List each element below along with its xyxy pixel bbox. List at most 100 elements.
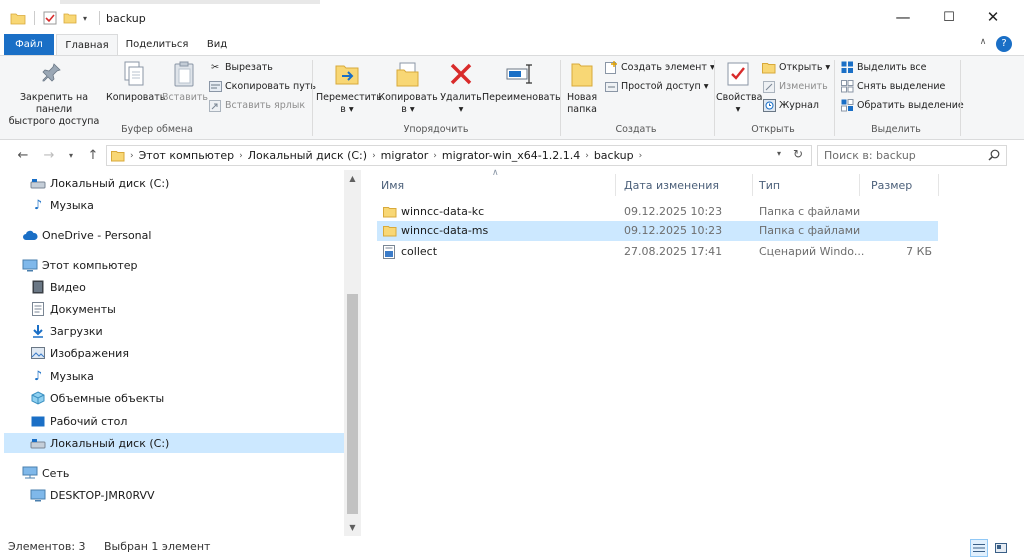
file-type: Папка с файлами [759, 224, 861, 237]
breadcrumb-backup[interactable]: backup [590, 149, 638, 162]
maximize-button[interactable]: ☐ [926, 0, 972, 34]
collapse-ribbon-icon[interactable]: ∧ [976, 37, 990, 51]
recent-locations-chevron-icon[interactable]: ▾ [62, 146, 80, 164]
breadcrumb-local-disk[interactable]: Локальный диск (C:) [244, 149, 371, 162]
minimize-button[interactable]: — [880, 0, 926, 34]
column-separator[interactable] [615, 174, 616, 196]
copy-to-button[interactable]: Копировать в ▾ [378, 58, 438, 116]
large-icons-view-icon[interactable] [992, 539, 1010, 557]
cut-button[interactable]: ✂ Вырезать [208, 59, 273, 76]
delete-label: Удалить [440, 92, 482, 103]
nav-item-local-disk-selected[interactable]: Локальный диск (C:) [4, 433, 344, 453]
file-name: winncc-data-kc [401, 205, 485, 218]
new-folder-button[interactable]: Новая папка [562, 58, 602, 116]
column-separator[interactable] [938, 174, 939, 196]
column-separator[interactable] [859, 174, 860, 196]
nav-item-network[interactable]: Сеть [22, 463, 69, 483]
nav-item-music-2[interactable]: ♪ Музыка [30, 366, 94, 386]
select-none-button[interactable]: Снять выделение [840, 78, 945, 95]
copy-button[interactable]: Копировать [106, 58, 165, 104]
item-count: Элементов: 3 [8, 540, 86, 553]
nav-item-label: DESKTOP-JMR0RVV [50, 488, 155, 502]
close-button[interactable]: ✕ [970, 0, 1016, 34]
column-header-size[interactable]: Размер [871, 176, 912, 194]
nav-item-onedrive[interactable]: OneDrive - Personal [22, 225, 151, 245]
drive-icon [30, 435, 46, 451]
new-folder-label-1: Новая [566, 92, 598, 103]
column-separator[interactable] [752, 174, 753, 196]
search-box[interactable]: Поиск в: backup [817, 145, 1007, 166]
customize-qa-icon[interactable]: ▾ [83, 14, 93, 23]
shortcut-icon [208, 99, 222, 113]
edit-button[interactable]: Изменить [762, 78, 828, 95]
breadcrumb-separator[interactable]: › [638, 151, 644, 161]
edit-icon [762, 80, 776, 94]
open-button[interactable]: Открыть ▾ [762, 59, 830, 76]
paste-shortcut-button[interactable]: Вставить ярлык [208, 97, 305, 114]
back-arrow-icon[interactable]: ← [14, 146, 32, 164]
scroll-thumb[interactable] [347, 294, 358, 514]
copy-path-icon [208, 80, 222, 94]
select-all-label: Выделить все [857, 62, 927, 73]
file-row[interactable]: winncc-data-kc 09.12.2025 10:23 Папка с … [377, 202, 938, 222]
nav-item-music[interactable]: ♪ Музыка [30, 195, 94, 215]
cube-icon [30, 390, 46, 406]
group-separator [312, 60, 313, 136]
details-view-icon[interactable] [970, 539, 988, 557]
rename-button[interactable]: Переименовать [482, 58, 561, 104]
nav-scrollbar[interactable]: ▲ ▼ [344, 170, 361, 536]
history-button[interactable]: Журнал [762, 97, 819, 114]
address-bar[interactable]: › Этот компьютер › Локальный диск (C:) ›… [106, 145, 812, 166]
file-row[interactable]: collect 27.08.2025 17:41 Сценарий Windo.… [377, 242, 938, 262]
nav-item-pictures[interactable]: Изображения [30, 343, 129, 363]
breadcrumb-this-pc[interactable]: Этот компьютер [135, 149, 239, 162]
tab-home[interactable]: Главная [56, 34, 118, 55]
properties-button[interactable]: Свойства ▾ [716, 58, 762, 116]
desktop-icon [30, 413, 46, 429]
rename-label: Переименовать [482, 92, 561, 103]
new-item-button[interactable]: Создать элемент ▾ [604, 59, 715, 76]
easy-access-button[interactable]: Простой доступ ▾ [604, 78, 709, 95]
scroll-up-icon[interactable]: ▲ [344, 170, 361, 187]
nav-item-videos[interactable]: Видео [30, 277, 86, 297]
nav-item-desktop[interactable]: Рабочий стол [30, 411, 127, 431]
address-history-chevron-icon[interactable]: ▾ [777, 149, 781, 158]
select-all-button[interactable]: Выделить все [840, 59, 927, 76]
file-name: collect [401, 245, 438, 258]
file-type: Папка с файлами [759, 205, 861, 218]
nav-item-desktop-pc[interactable]: DESKTOP-JMR0RVV [30, 485, 155, 505]
nav-item-local-disk[interactable]: Локальный диск (C:) [30, 173, 169, 193]
search-placeholder: Поиск в: backup [824, 149, 916, 162]
forward-arrow-icon[interactable]: → [40, 146, 58, 164]
column-header-type[interactable]: Тип [759, 176, 780, 194]
title-bar: ▾ backup — ☐ ✕ [0, 0, 1024, 34]
delete-button[interactable]: Удалить ▾ [440, 58, 482, 116]
group-separator [960, 60, 961, 136]
move-to-button[interactable]: Переместить в ▾ [316, 58, 382, 116]
tab-file[interactable]: Файл [4, 34, 54, 55]
file-row-selected[interactable]: winncc-data-ms 09.12.2025 10:23 Папка с … [377, 221, 938, 241]
properties-qa-icon[interactable] [43, 11, 57, 25]
paste-button[interactable]: Вставить [162, 58, 208, 104]
copy-path-button[interactable]: Скопировать путь [208, 78, 316, 95]
scroll-down-icon[interactable]: ▼ [344, 519, 361, 536]
breadcrumb-migrator-version[interactable]: migrator-win_x64-1.2.1.4 [438, 149, 584, 162]
up-arrow-icon[interactable]: ↑ [84, 146, 102, 164]
copy-icon [117, 58, 149, 90]
refresh-icon[interactable]: ↻ [793, 147, 803, 161]
nav-item-3d-objects[interactable]: Объемные объекты [30, 388, 164, 408]
nav-item-documents[interactable]: Документы [30, 299, 116, 319]
column-header-date[interactable]: Дата изменения [624, 176, 719, 194]
invert-selection-button[interactable]: Обратить выделение [840, 97, 964, 114]
breadcrumb-migrator[interactable]: migrator [377, 149, 433, 162]
nav-item-downloads[interactable]: Загрузки [30, 321, 103, 341]
nav-item-this-pc[interactable]: Этот компьютер [22, 255, 138, 275]
column-header-name[interactable]: Имя [381, 176, 404, 194]
new-folder-qa-icon[interactable] [63, 11, 77, 25]
help-icon[interactable]: ? [996, 36, 1012, 52]
pin-quick-access-button[interactable]: Закрепить на панели быстрого доступа [4, 58, 104, 128]
tab-view[interactable]: Вид [196, 34, 238, 55]
tab-share[interactable]: Поделиться [120, 34, 194, 55]
new-folder-label-2: папка [567, 104, 597, 115]
edit-label: Изменить [779, 81, 828, 92]
